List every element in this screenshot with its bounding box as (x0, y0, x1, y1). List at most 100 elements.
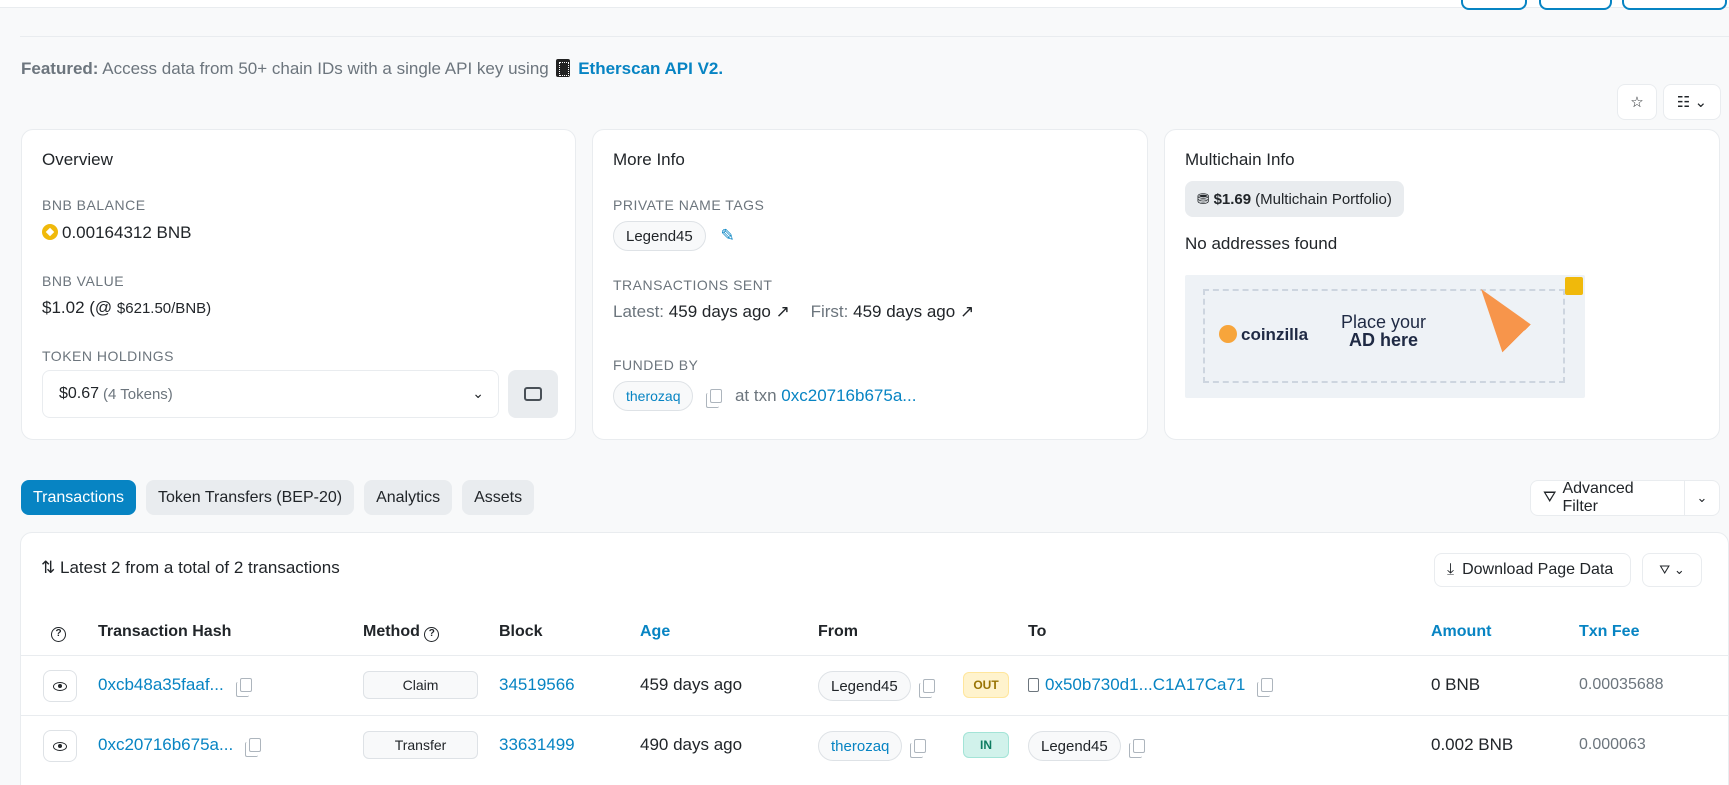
ad-badge-icon (1565, 277, 1583, 295)
to-address[interactable]: 0x50b730d1...C1A17Ca71 (1045, 675, 1245, 695)
bnb-balance-value: 0.00164312 BNB (42, 223, 192, 243)
edit-icon[interactable]: ✎ (720, 226, 734, 245)
token-holdings-value: $0.67 (59, 385, 100, 402)
wallet-button[interactable] (508, 370, 558, 418)
copy-icon[interactable] (1257, 678, 1274, 697)
transaction-hash[interactable]: 0xcb48a35faaf... (98, 675, 224, 695)
amount-value: 0.002 BNB (1431, 735, 1514, 754)
bnb-price: $621.50/BNB) (116, 300, 212, 317)
ad-banner[interactable]: coinzilla Place your AD here (1185, 275, 1585, 398)
bnb-balance-label: BNB BALANCE (42, 197, 146, 213)
amount-value: 0 BNB (1431, 675, 1481, 694)
from-cell: Legend45 (818, 671, 935, 701)
multichain-portfolio-button[interactable]: ⛃ $1.69 (Multichain Portfolio) (1185, 181, 1404, 217)
latest-value[interactable]: 459 days ago (669, 302, 771, 321)
transactions-table-card: ⇅ Latest 2 from a total of 2 transaction… (20, 532, 1729, 785)
summary-text: Latest 2 from a total of 2 transactions (59, 558, 340, 577)
to-cell: Legend45 (1028, 731, 1145, 761)
eye-icon (53, 681, 67, 691)
to-address[interactable]: Legend45 (1028, 731, 1121, 761)
transactions-sent-label: TRANSACTIONS SENT (613, 277, 773, 293)
help-column-header[interactable]: ? (51, 623, 66, 642)
header-button-3[interactable] (1622, 0, 1727, 10)
transactions-sent-values: Latest: 459 days ago ↗ First: 459 days a… (613, 302, 974, 322)
first-value[interactable]: 459 days ago (853, 302, 955, 321)
tab-transactions[interactable]: Transactions (21, 480, 136, 515)
from-cell: therozaq (818, 731, 927, 761)
chevron-down-icon[interactable]: ⌄ (1685, 490, 1719, 506)
ad-text: Place your AD here (1341, 313, 1426, 349)
more-info-card: More Info PRIVATE NAME TAGS Legend45 ✎ T… (592, 129, 1148, 440)
copy-icon[interactable] (910, 739, 927, 758)
header-amount[interactable]: Amount (1431, 623, 1491, 641)
preview-button[interactable] (43, 670, 77, 702)
tab-bar: Transactions Token Transfers (BEP-20) An… (21, 480, 535, 515)
first-label: First: (810, 302, 849, 321)
arrow-up-right-icon: ↗ (775, 302, 790, 321)
copy-icon[interactable] (245, 738, 262, 757)
header-txn-fee[interactable]: Txn Fee (1579, 623, 1639, 641)
ad-brand-name: coinzilla (1241, 325, 1309, 344)
age-value: 459 days ago (640, 675, 743, 694)
funded-by-address[interactable]: therozaq (613, 381, 694, 411)
token-holdings-label: TOKEN HOLDINGS (42, 348, 174, 364)
row-divider (21, 715, 1728, 716)
private-name-tags-label: PRIVATE NAME TAGS (613, 197, 765, 213)
header-method-label: Method (363, 623, 420, 640)
token-count: (4 Tokens) (103, 385, 173, 403)
chip-icon (556, 59, 571, 77)
multichain-title: Multichain Info (1185, 150, 1295, 169)
header-block: Block (499, 623, 543, 640)
copy-icon[interactable] (1128, 739, 1145, 758)
transaction-hash-link[interactable]: 0xc20716b675a... (98, 735, 262, 757)
more-options-button[interactable]: ☷ ⌄ (1663, 84, 1721, 120)
block-link[interactable]: 34519566 (499, 675, 575, 695)
header-button-1[interactable] (1461, 0, 1527, 10)
etherscan-api-link[interactable]: Etherscan API V2. (578, 59, 723, 78)
coins-icon: ⛃ (1197, 191, 1210, 208)
tab-assets[interactable]: Assets (462, 480, 535, 515)
bnb-icon (42, 224, 58, 240)
txn-fee-value: 0.000063 (1579, 736, 1646, 753)
header-age[interactable]: Age (640, 623, 670, 641)
from-address[interactable]: therozaq (818, 731, 903, 761)
funded-txn-link[interactable]: 0xc20716b675a... (781, 386, 916, 405)
tab-analytics[interactable]: Analytics (364, 480, 453, 515)
more-info-title: More Info (613, 150, 685, 169)
copy-icon[interactable] (918, 679, 935, 698)
header-to: To (1028, 623, 1047, 640)
header-button-2[interactable] (1539, 0, 1612, 10)
age-value: 490 days ago (640, 735, 743, 754)
question-icon[interactable]: ? (424, 627, 440, 642)
question-icon: ? (51, 627, 66, 642)
name-tag[interactable]: Legend45 (613, 221, 706, 251)
transaction-hash[interactable]: 0xc20716b675a... (98, 735, 233, 755)
copy-icon[interactable] (706, 389, 723, 408)
download-label: Download Page Data (1462, 561, 1614, 578)
tab-token-transfers[interactable]: Token Transfers (BEP-20) (146, 480, 355, 515)
advanced-filter-button[interactable]: ⛛ Advanced Filter ⌄ (1530, 480, 1720, 516)
arrow-up-right-icon: ↗ (959, 302, 975, 321)
portfolio-label: (Multichain Portfolio) (1255, 190, 1392, 208)
download-page-data-button[interactable]: ⤓ Download Page Data (1434, 553, 1631, 587)
favorite-button[interactable]: ☆ (1617, 84, 1657, 120)
copy-icon[interactable] (235, 678, 252, 697)
header-from: From (818, 623, 858, 640)
ad-line-1: Place your (1341, 312, 1427, 332)
preview-button[interactable] (43, 730, 77, 762)
block-link[interactable]: 33631499 (499, 735, 575, 755)
table-filter-button[interactable]: ⛛ ⌄ (1642, 553, 1702, 587)
from-address[interactable]: Legend45 (818, 671, 911, 701)
to-cell: 0x50b730d1...C1A17Ca71 (1028, 675, 1274, 697)
row-divider (21, 655, 1728, 656)
token-holdings-dropdown[interactable]: $0.67 (4 Tokens) ⌄ (42, 370, 499, 418)
featured-banner: Featured: Access data from 50+ chain IDs… (21, 59, 723, 79)
method-badge: Claim (363, 671, 478, 699)
transaction-hash-link[interactable]: 0xcb48a35faaf... (98, 675, 252, 697)
advanced-filter-label: Advanced Filter (1562, 480, 1634, 515)
method-badge: Transfer (363, 731, 478, 759)
ad-brand: coinzilla (1219, 325, 1308, 345)
star-icon: ☆ (1630, 94, 1644, 111)
contract-icon (1028, 678, 1039, 692)
at-txn-label: at txn (734, 386, 777, 405)
